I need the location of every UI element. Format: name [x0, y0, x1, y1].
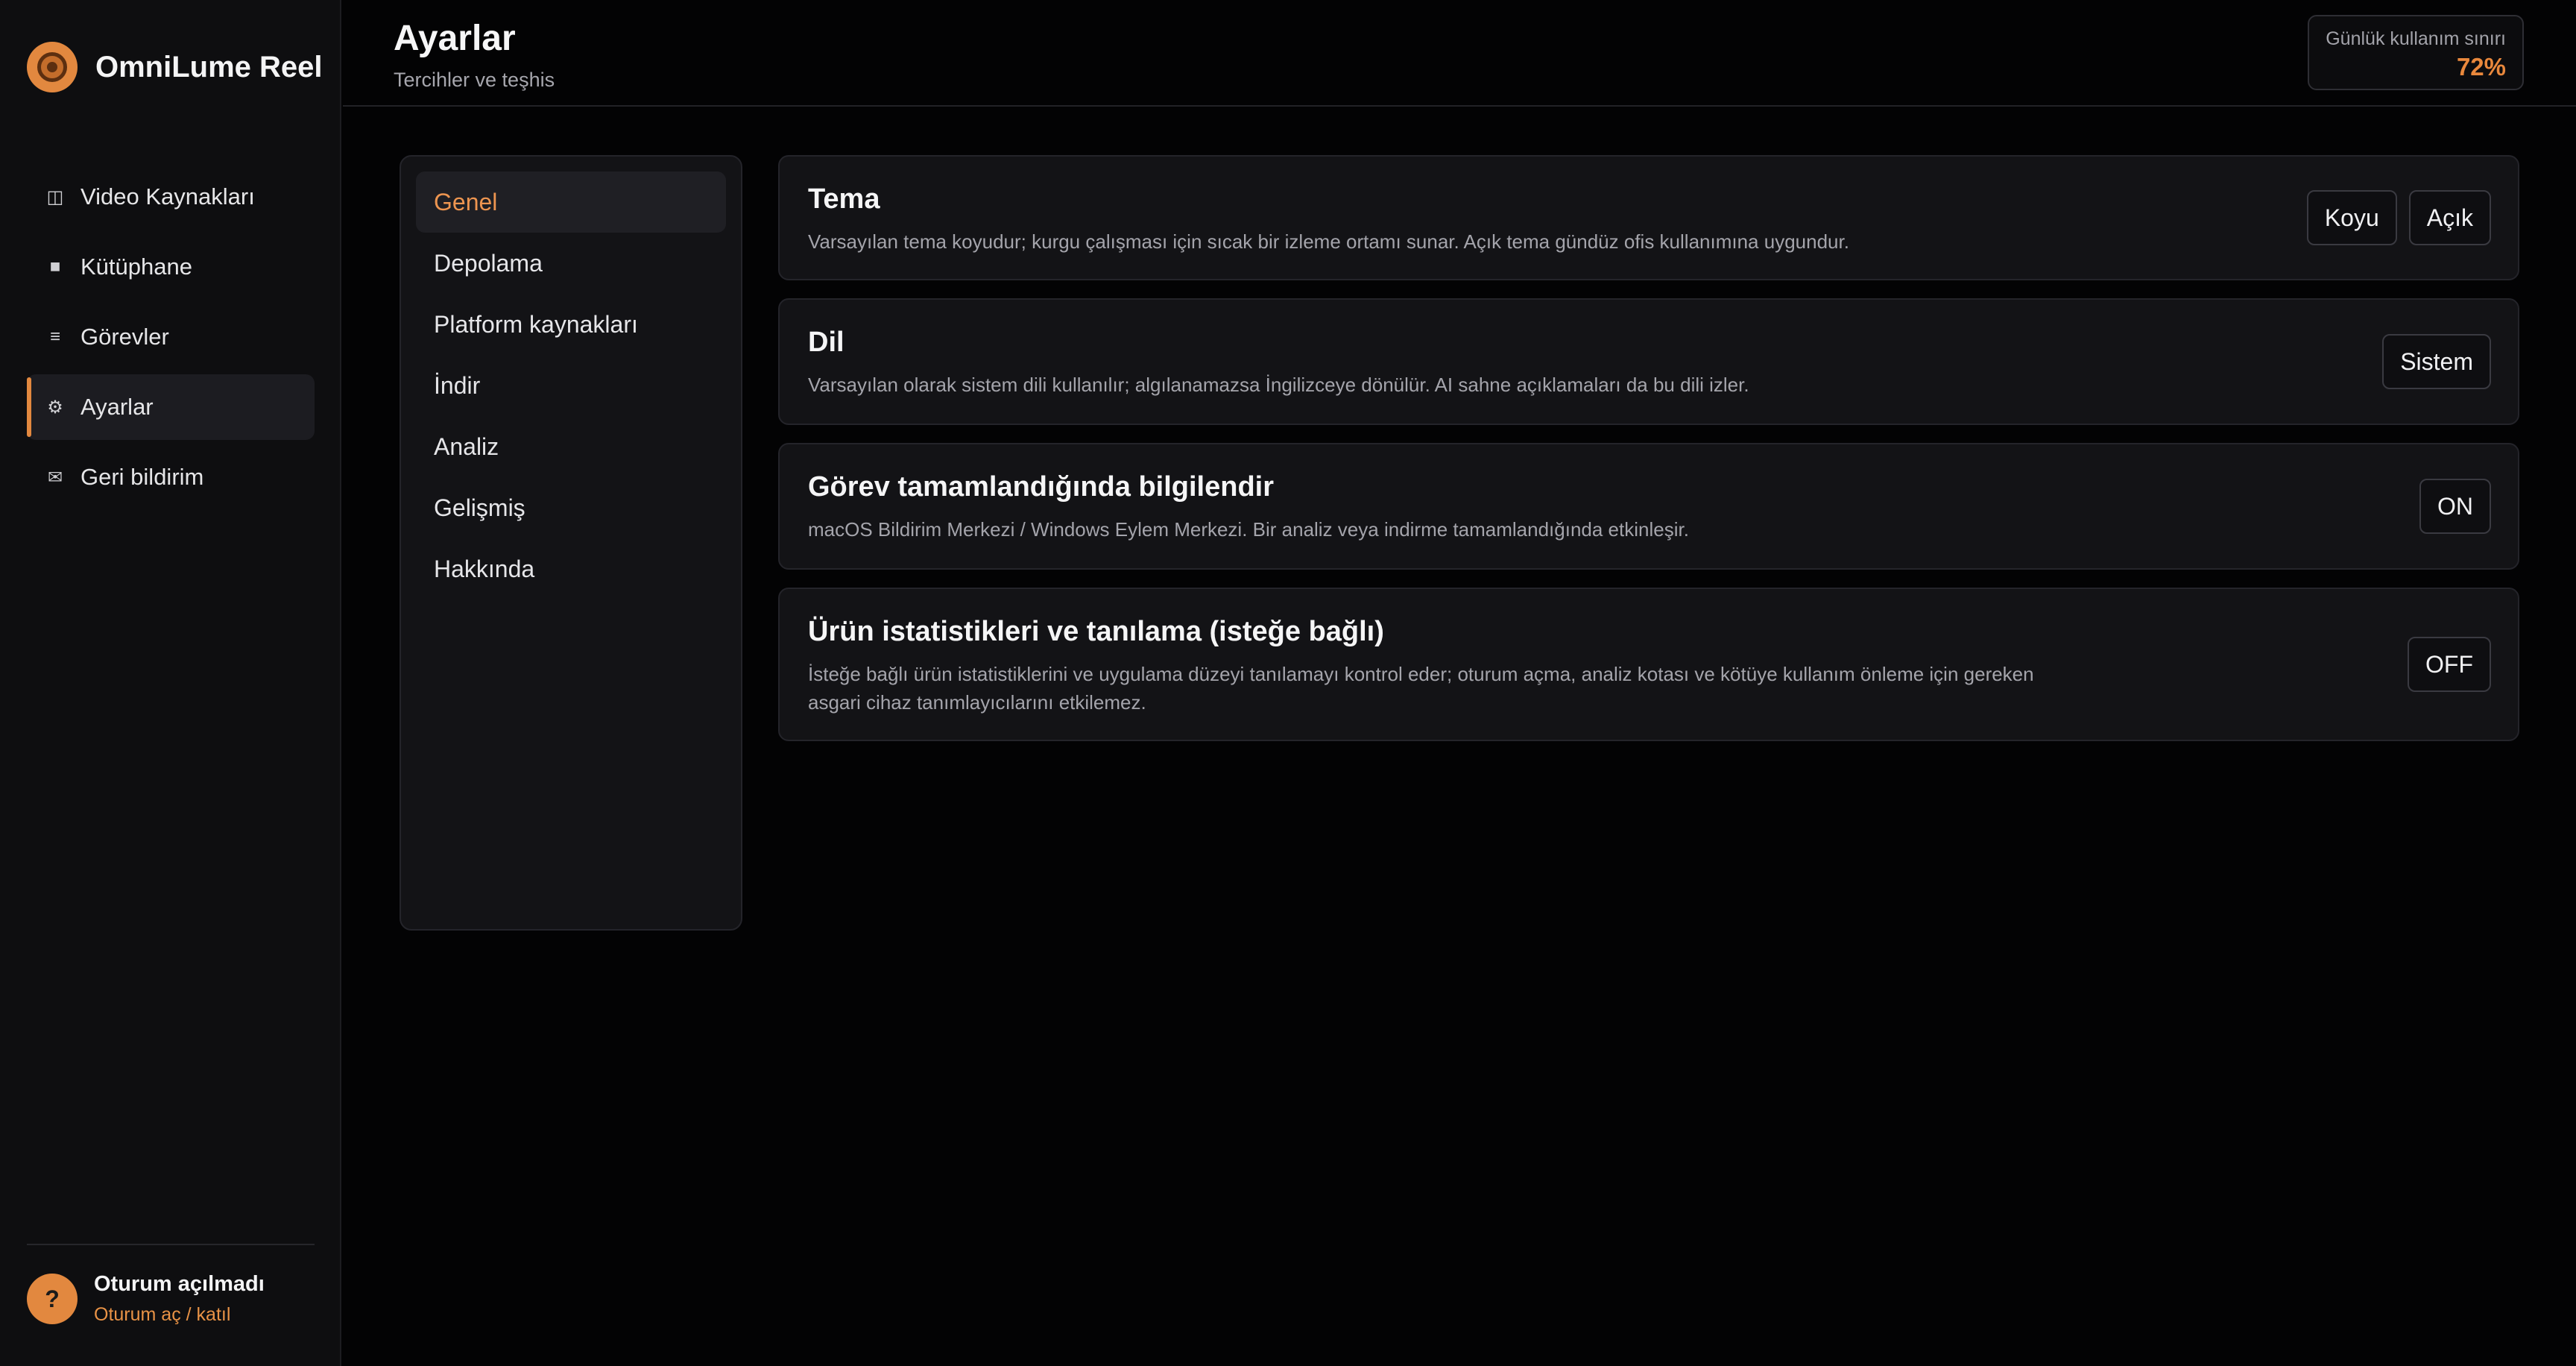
nav-item-video-sources[interactable]: ◫ Video Kaynakları [27, 164, 315, 230]
card-description: Varsayılan olarak sistem dili kullanılır… [808, 374, 1749, 396]
brand-logo-icon [27, 42, 78, 92]
telemetry-toggle-button[interactable]: OFF [2408, 637, 2491, 692]
theme-light-button[interactable]: Açık [2408, 190, 2491, 245]
nav-item-label: Görevler [80, 324, 169, 350]
sidebar: OmniLume Reel ◫ Video Kaynakları ■ Kütüp… [0, 0, 341, 1366]
card-text: Ürün istatistikleri ve tanılama (isteğe … [808, 616, 2090, 717]
card-text: Tema Varsayılan tema koyudur; kurgu çalı… [808, 183, 2090, 256]
telemetry-setting-card: Ürün istatistikleri ve tanılama (isteğe … [778, 588, 2519, 741]
account-status: Oturum açılmadı [94, 1272, 265, 1296]
notify-toggle-button[interactable]: ON [2419, 479, 2491, 534]
nav-item-tasks[interactable]: ≡ Görevler [27, 304, 315, 370]
page-header: Ayarlar Tercihler ve teşhis Günlük kulla… [343, 0, 2576, 107]
page-title: Ayarlar [394, 19, 516, 58]
notify-setting-card: Görev tamamlandığında bilgilendir macOS … [778, 443, 2519, 570]
card-title: Görev tamamlandığında bilgilendir [808, 471, 1274, 503]
submenu-item-storage[interactable]: Depolama [416, 233, 726, 294]
mail-icon: ✉ [47, 467, 63, 488]
brand-name: OmniLume Reel [95, 50, 323, 84]
submenu-item-advanced[interactable]: Gelişmiş [416, 477, 726, 538]
card-actions: ON [2408, 444, 2491, 568]
nav-item-label: Kütüphane [80, 254, 192, 280]
card-description: İsteğe bağlı ürün istatistiklerini ve uy… [808, 663, 2034, 714]
submenu-item-analysis[interactable]: Analiz [416, 416, 726, 477]
gear-icon: ⚙ [47, 397, 63, 418]
library-icon: ■ [49, 256, 61, 277]
page-subtitle: Tercihler ve teşhis [394, 69, 555, 91]
language-select-button[interactable]: Sistem [2382, 334, 2491, 389]
nav-item-library[interactable]: ■ Kütüphane [27, 234, 315, 300]
nav-item-label: Ayarlar [80, 394, 154, 420]
submenu-item-platform-sources[interactable]: Platform kaynakları [416, 294, 726, 355]
list-icon: ≡ [49, 327, 60, 347]
columns-icon: ◫ [46, 186, 64, 207]
brand: OmniLume Reel [27, 42, 323, 92]
sidebar-divider [27, 1244, 315, 1245]
submenu-item-general[interactable]: Genel [416, 171, 726, 233]
nav-item-label: Geri bildirim [80, 464, 204, 490]
account-text: Oturum açılmadı Oturum aç / katıl [94, 1272, 265, 1326]
submenu-item-about[interactable]: Hakkında [416, 538, 726, 599]
settings-cards: Tema Varsayılan tema koyudur; kurgu çalı… [778, 155, 2519, 759]
submenu-item-download[interactable]: İndir [416, 355, 726, 416]
avatar[interactable]: ? [27, 1274, 78, 1324]
settings-submenu-list: Genel Depolama Platform kaynakları İndir… [416, 171, 726, 599]
nav-item-settings[interactable]: ⚙ Ayarlar [27, 374, 315, 440]
card-text: Görev tamamlandığında bilgilendir macOS … [808, 471, 2090, 544]
nav-item-feedback[interactable]: ✉ Geri bildirim [27, 444, 315, 510]
card-title: Ürün istatistikleri ve tanılama (isteğe … [808, 616, 1384, 647]
sign-in-link[interactable]: Oturum aç / katıl [94, 1304, 265, 1326]
card-actions: OFF [2396, 589, 2491, 740]
settings-submenu: Genel Depolama Platform kaynakları İndir… [400, 155, 742, 931]
main-nav: ◫ Video Kaynakları ■ Kütüphane ≡ Görevle… [27, 164, 315, 514]
theme-dark-button[interactable]: Koyu [2306, 190, 2397, 245]
account-panel: ? Oturum açılmadı Oturum aç / katıl [27, 1272, 265, 1326]
usage-label: Günlük kullanım sınırı [2326, 28, 2506, 49]
theme-setting-card: Tema Varsayılan tema koyudur; kurgu çalı… [778, 155, 2519, 280]
card-text: Dil Varsayılan olarak sistem dili kullan… [808, 327, 2090, 399]
card-actions: Sistem [2370, 300, 2491, 424]
card-actions: Koyu Açık [2295, 157, 2491, 279]
app-window: OmniLume Reel ◫ Video Kaynakları ■ Kütüp… [0, 0, 2576, 1366]
card-description: macOS Bildirim Merkezi / Windows Eylem M… [808, 518, 1689, 541]
card-description: Varsayılan tema koyudur; kurgu çalışması… [808, 230, 1849, 253]
card-title: Dil [808, 327, 845, 358]
card-title: Tema [808, 183, 880, 215]
usage-value: 72% [2456, 53, 2506, 81]
language-setting-card: Dil Varsayılan olarak sistem dili kullan… [778, 298, 2519, 425]
nav-item-label: Video Kaynakları [80, 183, 255, 210]
daily-usage-badge: Günlük kullanım sınırı 72% [2308, 15, 2524, 90]
